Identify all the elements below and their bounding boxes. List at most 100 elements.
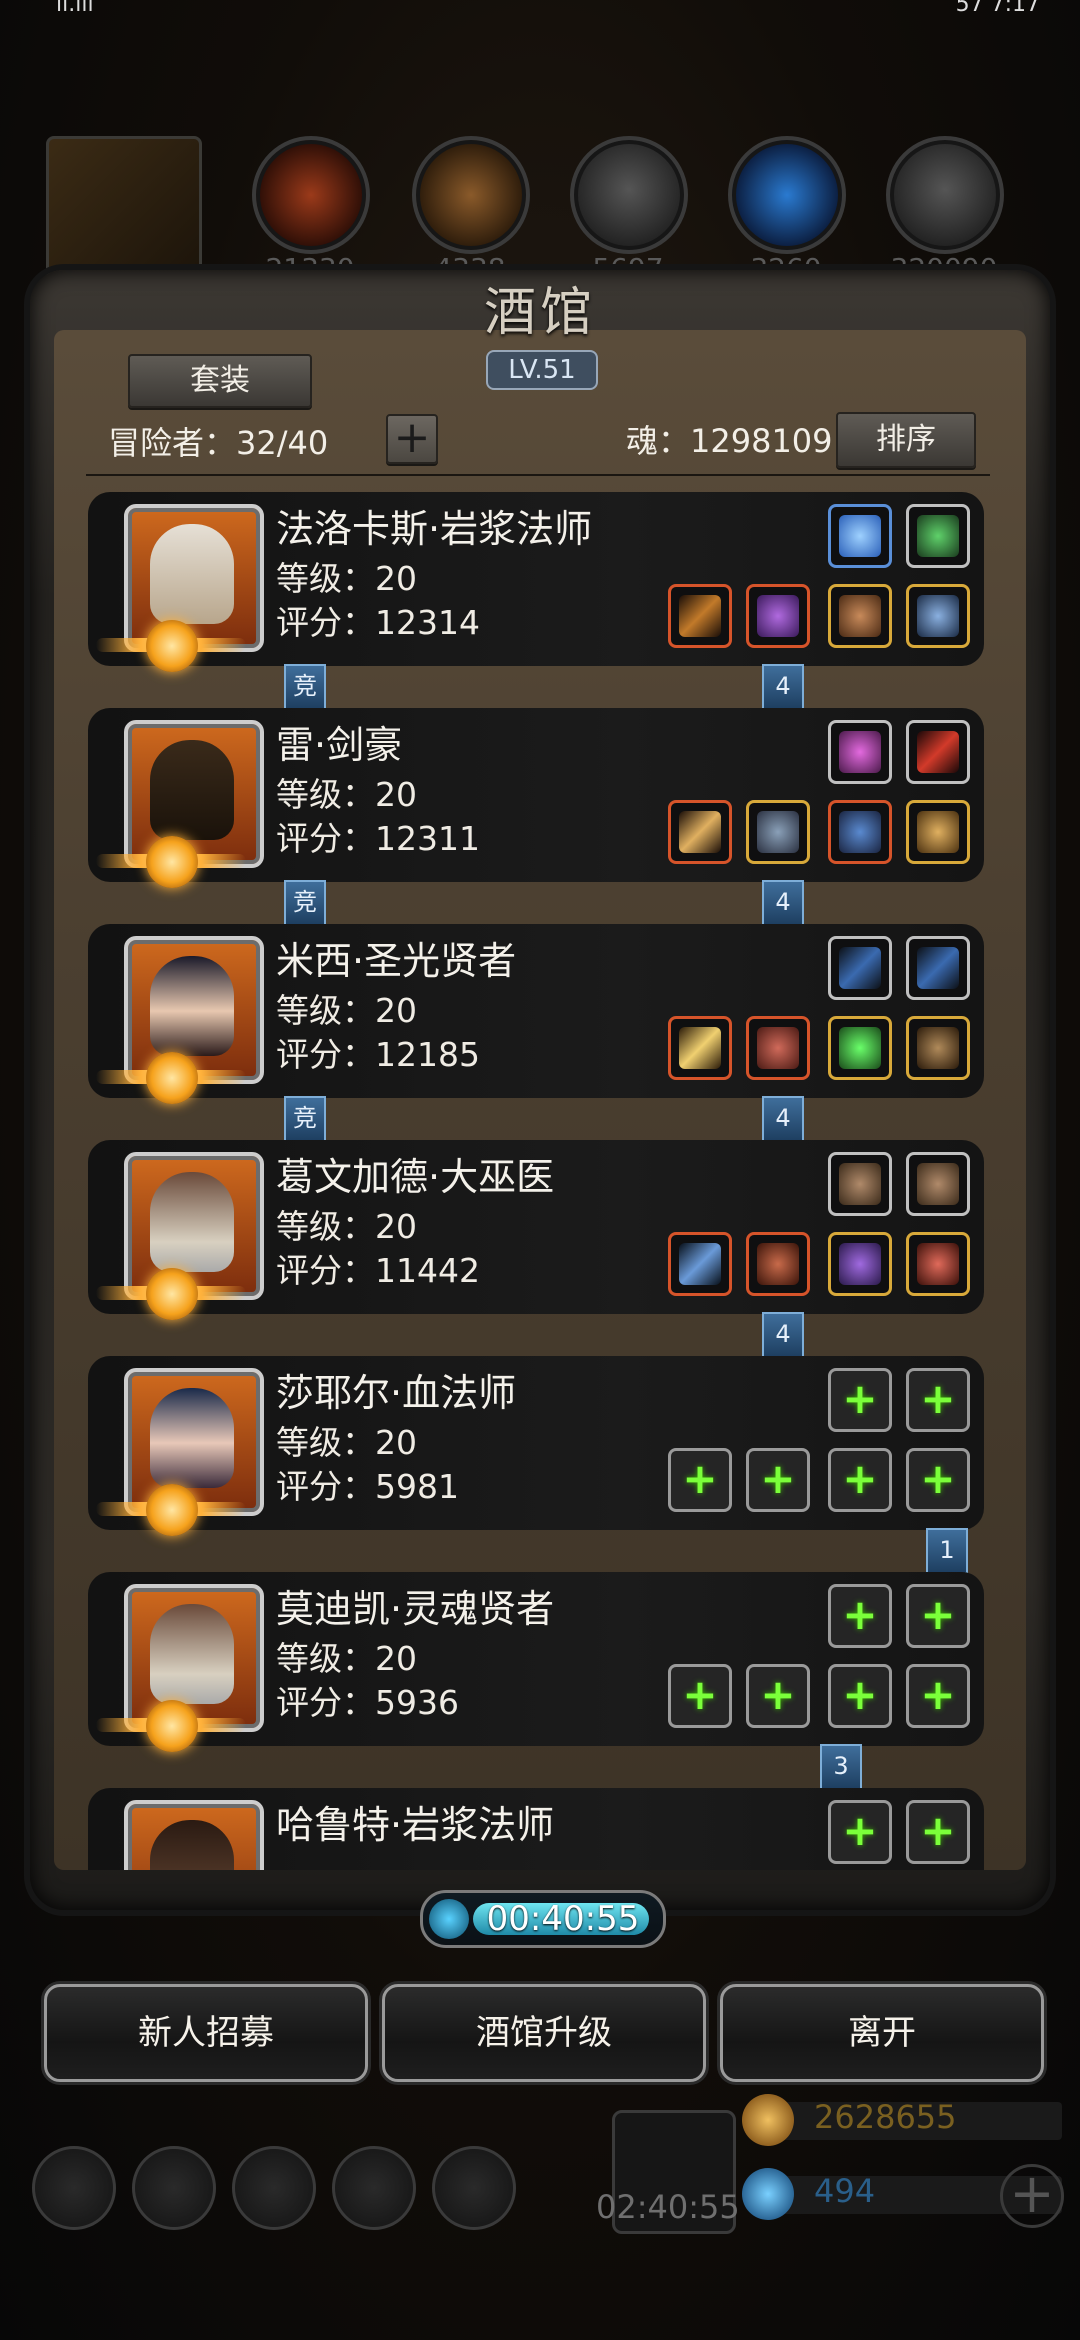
empty-equip-slot[interactable]: + xyxy=(746,1448,810,1512)
rune-slot-2[interactable] xyxy=(906,936,970,1000)
resource-crystal[interactable]: 3260 xyxy=(728,136,846,285)
rank-star-icon xyxy=(146,1484,198,1536)
rune-slot-potion[interactable] xyxy=(828,720,892,784)
hero-portrait xyxy=(124,1800,264,1870)
equip-slot-charm[interactable] xyxy=(906,1232,970,1296)
leave-button[interactable]: 离开 xyxy=(720,1984,1044,2082)
resource-iron[interactable]: 320090 xyxy=(886,136,1004,285)
ring-icon xyxy=(917,811,959,853)
signal-indicator: ll.ııl xyxy=(56,0,94,17)
empty-equip-slot[interactable]: + xyxy=(906,1448,970,1512)
soul-count: 魂：1298109 xyxy=(626,422,833,460)
arena-badge: 竞 xyxy=(284,880,326,926)
hero-name: 雷·剑豪 xyxy=(276,723,403,767)
castle-icon[interactable] xyxy=(232,2146,316,2230)
hero-card[interactable]: 法洛卡斯·岩浆法师 等级：20 评分：12314 xyxy=(88,492,984,672)
gift-timer: 02:40:55 xyxy=(596,2188,740,2226)
empty-equip-slot[interactable]: + xyxy=(828,1448,892,1512)
equip-slot-armor[interactable] xyxy=(746,1016,810,1080)
empty-rune-slot[interactable]: + xyxy=(906,1368,970,1432)
equip-slot-mask[interactable] xyxy=(906,1016,970,1080)
wand-icon xyxy=(679,1243,721,1285)
empty-rune-slot[interactable]: + xyxy=(828,1368,892,1432)
rank-star-icon xyxy=(146,1700,198,1752)
hero-card[interactable]: 米西·圣光贤者 等级：20 评分：12185 xyxy=(88,924,984,1104)
upgrade-tavern-button[interactable]: 酒馆升级 xyxy=(382,1984,706,2082)
equip-slot-sword[interactable] xyxy=(668,800,732,864)
mail-icon[interactable] xyxy=(332,2146,416,2230)
hero-name: 莎耶尔·血法师 xyxy=(276,1371,517,1415)
player-avatar[interactable] xyxy=(46,136,202,280)
rune-slot-feather[interactable] xyxy=(906,504,970,568)
empty-equip-slot[interactable]: + xyxy=(828,1664,892,1728)
hero-card[interactable]: 哈鲁特·岩浆法师 + + xyxy=(88,1788,984,1870)
amulet-icon xyxy=(917,595,959,637)
rune-slot-blade[interactable] xyxy=(906,720,970,784)
hero-card[interactable]: 雷·剑豪 等级：20 评分：12311 xyxy=(88,708,984,888)
empty-equip-slot[interactable]: + xyxy=(746,1664,810,1728)
set-button[interactable]: 套装 xyxy=(128,354,312,408)
clock-icon xyxy=(429,1899,469,1939)
hero-level: 等级：20 xyxy=(276,775,417,814)
equip-slot-wand[interactable] xyxy=(668,1232,732,1296)
hero-card[interactable]: 莫迪凯·灵魂贤者 等级：20 评分：5936 + + + + + + xyxy=(88,1572,984,1752)
recruit-button[interactable]: 新人招募 xyxy=(44,1984,368,2082)
add-currency-button[interactable]: + xyxy=(1000,2164,1064,2228)
equip-slot-hammer[interactable] xyxy=(668,1016,732,1080)
hero-card[interactable]: 葛文加德·大巫医 等级：20 评分：11442 xyxy=(88,1140,984,1320)
hero-icon[interactable] xyxy=(432,2146,516,2230)
equip-slot-armor[interactable] xyxy=(746,800,810,864)
equip-slot-staff[interactable] xyxy=(668,584,732,648)
hero-level: 等级：20 xyxy=(276,991,417,1030)
hero-name: 葛文加德·大巫医 xyxy=(276,1155,555,1199)
hero-portrait xyxy=(124,1584,264,1732)
equip-slot-helmet[interactable] xyxy=(746,584,810,648)
equip-slot-emerald[interactable] xyxy=(828,1016,892,1080)
empty-rune-slot[interactable]: + xyxy=(828,1800,892,1864)
resource-stone[interactable]: 5697 xyxy=(570,136,688,285)
rune-slot-shield[interactable] xyxy=(828,1152,892,1216)
empty-rune-slot[interactable]: + xyxy=(906,1800,970,1864)
settings-icon[interactable] xyxy=(32,2146,116,2230)
add-icon: + xyxy=(920,1670,956,1719)
rank-star-icon xyxy=(146,836,198,888)
equip-slot-amulet[interactable] xyxy=(906,584,970,648)
rune-slot-shield-2[interactable] xyxy=(906,1152,970,1216)
stone-icon xyxy=(570,136,688,254)
plus-icon: + xyxy=(393,412,431,463)
equip-slot-armor[interactable] xyxy=(746,1232,810,1296)
sort-button[interactable]: 排序 xyxy=(836,412,976,468)
equip-slot-ring[interactable] xyxy=(906,800,970,864)
empty-equip-slot[interactable]: + xyxy=(668,1664,732,1728)
resource-wood[interactable]: 4338 xyxy=(412,136,530,285)
glove-icon xyxy=(839,595,881,637)
resource-meat[interactable]: 21330 xyxy=(252,136,370,285)
rank-star-icon xyxy=(146,620,198,672)
empty-equip-slot[interactable]: + xyxy=(906,1664,970,1728)
hero-name: 莫迪凯·灵魂贤者 xyxy=(276,1587,555,1631)
empty-rune-slot[interactable]: + xyxy=(906,1584,970,1648)
empty-equip-slot[interactable]: + xyxy=(668,1448,732,1512)
timer-text: 00:40:55 xyxy=(486,1899,640,1939)
rank-star-icon xyxy=(146,1268,198,1320)
rune-slot-blue-crystal[interactable] xyxy=(828,504,892,568)
hero-card[interactable]: 莎耶尔·血法师 等级：20 评分：5981 + + + + + + xyxy=(88,1356,984,1536)
hero-portrait xyxy=(124,936,264,1084)
hero-portrait xyxy=(124,1368,264,1516)
equip-slot-glove[interactable] xyxy=(828,584,892,648)
crystal-icon xyxy=(728,136,846,254)
rune-slot-1[interactable] xyxy=(828,936,892,1000)
page-title: 酒馆 xyxy=(483,283,596,343)
add-icon: + xyxy=(760,1454,796,1503)
add-icon: + xyxy=(842,1454,878,1503)
equip-slot-gauntlet[interactable] xyxy=(828,800,892,864)
equip-slot-orb[interactable] xyxy=(828,1232,892,1296)
hero-list[interactable]: 法洛卡斯·岩浆法师 等级：20 评分：12314 竞 4 雷·剑豪 等级：20 … xyxy=(84,486,994,1870)
gauntlet-icon xyxy=(839,811,881,853)
add-adventurer-button[interactable]: + xyxy=(386,414,438,464)
gold-display: 2628655 xyxy=(742,2094,1072,2146)
add-icon: + xyxy=(920,1806,956,1855)
empty-rune-slot[interactable]: + xyxy=(828,1584,892,1648)
shield-icon[interactable] xyxy=(132,2146,216,2230)
rune-icon xyxy=(839,515,881,557)
